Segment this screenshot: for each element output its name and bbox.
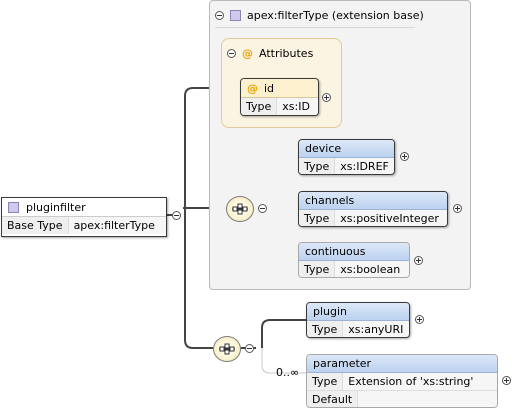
element-channels[interactable]: channels Type xs:positiveInteger xyxy=(298,191,448,227)
complex-type-icon xyxy=(230,10,241,21)
attribute-id-box[interactable]: @ id Type xs:ID xyxy=(240,78,319,116)
attribute-name: id xyxy=(264,81,275,95)
element-name: continuous xyxy=(299,243,409,261)
type-value: xs:boolean xyxy=(335,261,409,277)
expand-plugin-toggle[interactable] xyxy=(415,315,424,324)
collapse-sequence-toggle[interactable] xyxy=(258,204,267,213)
attribute-icon: @ xyxy=(247,81,258,95)
expand-device-toggle[interactable] xyxy=(400,152,409,161)
type-label: Type xyxy=(307,373,344,390)
element-parameter[interactable]: parameter Type Extension of 'xs:string' … xyxy=(306,354,498,408)
sequence-icon xyxy=(232,203,248,215)
type-label: Type xyxy=(299,210,336,226)
element-name: plugin xyxy=(307,303,409,321)
expand-continuous-toggle[interactable] xyxy=(414,256,423,265)
element-name: parameter xyxy=(307,355,497,373)
sequence-compositor[interactable] xyxy=(213,336,241,362)
root-name: pluginfilter xyxy=(26,200,86,214)
type-label: Type xyxy=(241,98,278,115)
expand-channels-toggle[interactable] xyxy=(453,204,462,213)
element-plugin[interactable]: plugin Type xs:anyURI xyxy=(306,302,410,338)
type-value: Extension of 'xs:string' xyxy=(343,373,497,390)
type-label: Type xyxy=(299,261,336,277)
element-name: channels xyxy=(299,192,447,210)
complex-type-icon xyxy=(8,201,19,213)
sequence-icon xyxy=(219,343,235,355)
element-device[interactable]: device Type xs:IDREF xyxy=(298,139,395,175)
type-label: Type xyxy=(307,321,344,337)
attribute-icon: @ xyxy=(242,47,253,60)
extension-title: apex:filterType (extension base) xyxy=(247,9,424,22)
type-value: xs:ID xyxy=(277,98,318,115)
type-label: Type xyxy=(299,158,336,174)
attributes-label: Attributes xyxy=(259,47,314,60)
collapse-extension-toggle[interactable] xyxy=(215,11,224,20)
element-continuous[interactable]: continuous Type xs:boolean xyxy=(298,242,410,278)
cardinality-label: 0..∞ xyxy=(276,366,300,379)
root-element-pluginfilter[interactable]: pluginfilter Base Type apex:filterType xyxy=(1,197,167,237)
collapse-attributes-toggle[interactable] xyxy=(227,49,236,58)
collapse-sequence-toggle[interactable] xyxy=(245,344,254,353)
element-name: device xyxy=(299,140,394,158)
expand-parameter-toggle[interactable] xyxy=(502,376,511,385)
collapse-root-toggle[interactable] xyxy=(172,211,181,220)
default-label: Default xyxy=(307,391,359,407)
sequence-compositor[interactable] xyxy=(226,196,254,222)
divider xyxy=(215,27,415,28)
type-value: xs:positiveInteger xyxy=(335,210,447,226)
expand-id-toggle[interactable] xyxy=(322,93,331,102)
default-value xyxy=(358,391,497,407)
base-type-value: apex:filterType xyxy=(68,217,166,234)
base-type-label: Base Type xyxy=(2,217,69,234)
type-value: xs:anyURI xyxy=(343,321,409,337)
type-value: xs:IDREF xyxy=(335,158,394,174)
